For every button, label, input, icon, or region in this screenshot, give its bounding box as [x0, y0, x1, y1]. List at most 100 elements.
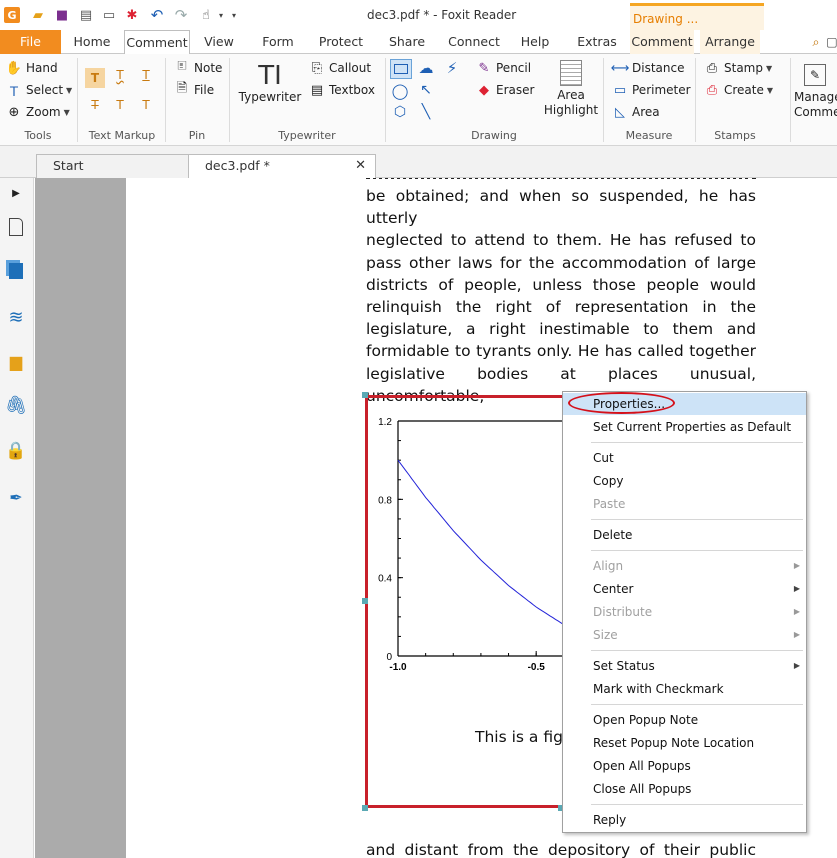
zoom-icon: ⊕	[8, 104, 20, 120]
distance-button[interactable]: ⟷ Distance	[611, 60, 685, 76]
menu-item-cut[interactable]: Cut	[563, 447, 806, 469]
polygon-tool-button[interactable]: ⬡	[390, 104, 410, 120]
attachments-icon[interactable]: 🖇	[5, 394, 28, 416]
area-highlight-button[interactable]: Area Highlight	[542, 60, 600, 118]
new-icon[interactable]: ✱	[124, 7, 140, 23]
area-highlight-icon	[560, 60, 582, 86]
print-icon[interactable]: ▤	[78, 7, 94, 23]
perimeter-icon: ▭	[613, 82, 627, 98]
typewriter-icon: TI	[258, 61, 282, 91]
typewriter-button[interactable]: TI Typewriter	[236, 62, 304, 105]
tab-start[interactable]: Start	[36, 154, 192, 178]
menu-item-open-all-popups[interactable]: Open All Popups	[563, 755, 806, 777]
collapse-icon[interactable]: ▢	[826, 30, 837, 54]
menu-item-delete[interactable]: Delete	[563, 524, 806, 546]
expand-panel-icon[interactable]: ▶	[5, 182, 27, 204]
menu-item-reset-popup-note-location[interactable]: Reset Popup Note Location	[563, 732, 806, 754]
stamp-button[interactable]: ⎙ Stamp ▼	[704, 60, 772, 76]
text-line: relinquish the right of representation i…	[366, 298, 756, 317]
strikeout-button[interactable]: T	[85, 98, 105, 112]
file-attach-button[interactable]: 🗎 File	[174, 81, 214, 98]
resize-handle-left[interactable]	[362, 598, 368, 604]
eraser-button[interactable]: ◆ Eraser	[476, 82, 534, 98]
text-line: pass other laws for the accommodation of…	[366, 253, 756, 272]
save-icon[interactable]: ■	[54, 7, 70, 23]
squiggly-button[interactable]: T	[110, 68, 130, 82]
cloud-tool-button[interactable]: ☁	[416, 59, 436, 77]
open-folder-icon[interactable]: ▰	[30, 7, 46, 23]
menu-item-mark-with-checkmark[interactable]: Mark with Checkmark	[563, 678, 806, 700]
blank-page-icon[interactable]	[5, 216, 27, 238]
line-tool-button[interactable]: ╲	[416, 104, 436, 120]
resize-handle-bottom-left[interactable]	[362, 805, 368, 811]
menu-item-close-all-popups[interactable]: Close All Popups	[563, 778, 806, 800]
pages-icon[interactable]	[5, 260, 27, 282]
close-tab-icon[interactable]: ✕	[355, 155, 366, 177]
underline-button[interactable]: T	[136, 68, 156, 82]
tab-arrange[interactable]: Arrange	[700, 30, 760, 54]
menu-item-paste: Paste	[593, 497, 626, 511]
select-button[interactable]: Ｔ Select ▼	[6, 82, 72, 100]
tab-protect[interactable]: Protect	[314, 30, 368, 54]
manage-comment-button[interactable]: ✎ Manage Comment	[794, 64, 837, 120]
highlight-text-button[interactable]: T	[85, 68, 105, 88]
qa-overflow-icon[interactable]: ▾	[226, 7, 242, 23]
menu-separator	[591, 650, 803, 651]
tab-view[interactable]: View	[197, 30, 241, 54]
security-lock-icon[interactable]: 🔒	[5, 440, 27, 462]
textbox-button[interactable]: ▤ Textbox	[309, 82, 375, 98]
arrow-tool-button[interactable]: ↖	[416, 82, 436, 98]
insert-text-button[interactable]: T	[136, 98, 156, 112]
layers-icon[interactable]: ≋	[5, 306, 27, 328]
group-label-typewriter: Typewriter	[278, 129, 336, 142]
callout-button[interactable]: ⎘ Callout	[309, 60, 371, 76]
hand-button[interactable]: ✋ Hand	[6, 60, 58, 76]
tab-dec3-pdf[interactable]: dec3.pdf * ✕	[188, 154, 376, 178]
text-line: be obtained; and when so suspended, he h…	[366, 187, 756, 228]
foxit-logo-icon[interactable]: G	[4, 7, 20, 23]
tab-extras[interactable]: Extras	[574, 30, 620, 54]
polyline-tool-button[interactable]: ⚡	[442, 59, 462, 77]
replace-text-button[interactable]: T	[110, 98, 130, 112]
area-button[interactable]: ◺ Area	[612, 104, 660, 120]
pencil-button[interactable]: ✎ Pencil	[476, 60, 532, 76]
group-label-text-markup: Text Markup	[88, 129, 156, 142]
tab-help[interactable]: Help	[516, 30, 554, 54]
tab-drawing-comment[interactable]: Comment	[630, 30, 694, 54]
group-label-pin: Pin	[188, 129, 206, 142]
tab-form[interactable]: Form	[255, 30, 301, 54]
menu-item-open-popup-note[interactable]: Open Popup Note	[563, 709, 806, 731]
tab-comment[interactable]: Comment	[124, 30, 190, 55]
area-icon: ◺	[615, 104, 625, 120]
menu-item-copy[interactable]: Copy	[563, 470, 806, 492]
redo-icon[interactable]: ↷	[173, 6, 189, 24]
context-menu: Properties... Set Current Properties as D…	[562, 391, 807, 833]
chevron-down-icon: ▼	[766, 85, 774, 95]
perimeter-button[interactable]: ▭ Perimeter	[612, 82, 691, 98]
tab-home[interactable]: Home	[68, 30, 116, 54]
submenu-arrow-icon: ▶	[793, 630, 800, 639]
menu-item-reply[interactable]: Reply	[563, 809, 806, 831]
tab-file[interactable]: File	[0, 30, 61, 54]
comments-icon[interactable]: ▆	[5, 350, 27, 372]
undo-icon[interactable]: ↶	[149, 6, 165, 24]
ribbon-tab-bar: File Home Comment View Form Protect Shar…	[0, 30, 837, 55]
menu-item-center[interactable]: Center ▶	[563, 578, 806, 600]
create-stamp-button[interactable]: ⎙ Create ▼	[704, 82, 773, 98]
menu-item-set-current-properties-as-default[interactable]: Set Current Properties as Default	[563, 416, 806, 438]
search-icon[interactable]: ⌕	[806, 30, 826, 54]
scan-icon[interactable]: ▭	[101, 7, 117, 23]
resize-handle-top-left[interactable]	[362, 392, 368, 398]
hand-tool-icon[interactable]: ☝	[198, 7, 214, 23]
text-line: neglected to attend to them. He has refu…	[366, 231, 756, 250]
submenu-arrow-icon: ▶	[793, 661, 800, 670]
group-label-measure: Measure	[625, 129, 673, 142]
menu-item-set-status[interactable]: Set Status ▶	[563, 655, 806, 677]
tab-connect[interactable]: Connect	[444, 30, 504, 54]
tab-share[interactable]: Share	[383, 30, 431, 54]
signature-icon[interactable]: ✒	[5, 486, 27, 508]
note-button[interactable]: 🗉 Note	[174, 59, 222, 76]
rectangle-tool-button[interactable]	[390, 59, 412, 79]
oval-tool-button[interactable]: ◯	[390, 82, 410, 100]
zoom-button[interactable]: ⊕ Zoom ▼	[6, 104, 70, 120]
